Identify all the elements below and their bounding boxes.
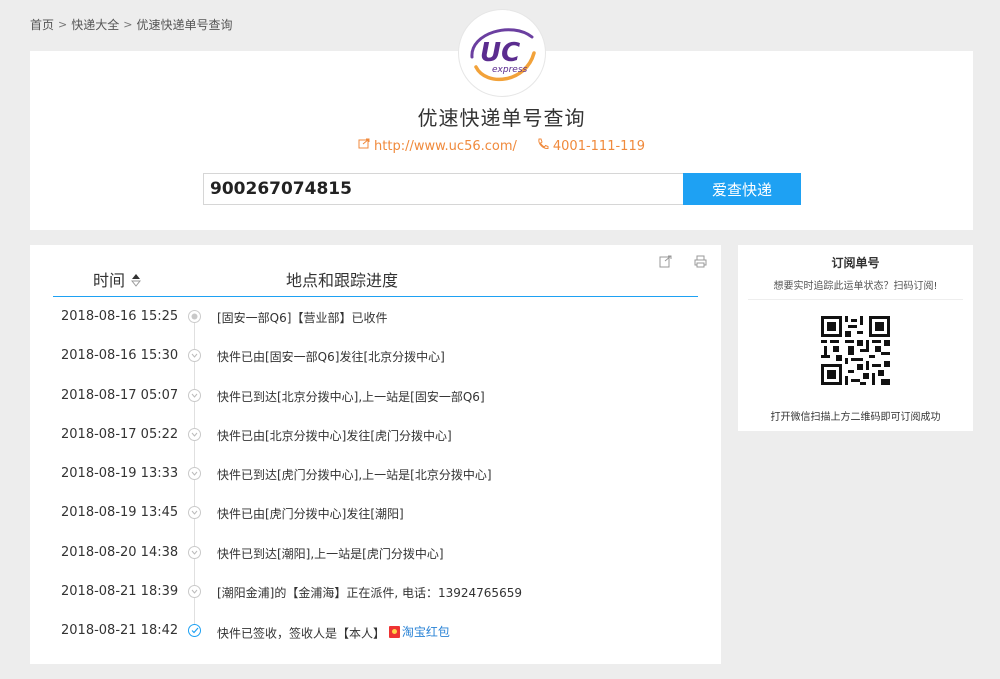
tracking-row: 2018-08-21 18:42 快件已签收，签收人是【本人】 淘宝红包 (30, 611, 721, 650)
chevron-down-icon (188, 506, 201, 520)
uc-express-logo: UC express (459, 10, 545, 96)
time-column-header[interactable]: 时间 (93, 267, 142, 291)
tracking-time: 2018-08-21 18:39 (61, 584, 179, 600)
phone-number: 4001-111-119 (552, 138, 645, 154)
tracking-result-card: 时间 地点和跟踪进度 2018-08-16 15:25 [固安一部Q6]【营业部… (30, 245, 721, 664)
chevron-down-icon (188, 585, 201, 599)
tracking-desc: [固安一部Q6]【营业部】已收件 (217, 311, 388, 325)
tracking-time: 2018-08-16 15:25 (61, 309, 179, 324)
tracking-row: 2018-08-20 14:38 快件已到达[潮阳],上一站是[虎门分拨中心] (30, 533, 721, 572)
tracking-time: 2018-08-17 05:07 (61, 387, 179, 403)
phone-icon (537, 138, 549, 154)
breadcrumb-express-all-link[interactable]: 快递大全 (71, 16, 119, 33)
breadcrumb-separator: > (123, 18, 133, 31)
qr-code-icon (821, 316, 890, 385)
chevron-down-icon (188, 349, 201, 363)
svg-text:UC: UC (480, 38, 520, 68)
tracking-desc: 快件已由[北京分拨中心]发往[虎门分拨中心] (217, 428, 452, 443)
subscribe-title: 订阅单号 (831, 256, 880, 270)
tracking-time: 2018-08-19 13:45 (61, 505, 179, 521)
tracking-time: 2018-08-16 15:30 (61, 348, 179, 364)
svg-text:express: express (492, 65, 528, 75)
search-button[interactable]: 爱查快递 (683, 173, 801, 205)
subscribe-footer: 打开微信扫描上方二维码即可订阅成功 (770, 412, 941, 423)
tracking-number-input[interactable] (203, 173, 683, 205)
tracking-row: 2018-08-17 05:22 快件已由[北京分拨中心]发往[虎门分拨中心] (30, 415, 721, 454)
result-header: 时间 地点和跟踪进度 (53, 267, 698, 297)
breadcrumb-current: 优速快递单号查询 (136, 18, 233, 32)
chevron-down-icon (188, 427, 201, 441)
breadcrumb: 首页 > 快递大全 > 优速快递单号查询 (30, 16, 232, 33)
chevron-down-icon (188, 545, 201, 559)
taobao-redpack-link[interactable]: 淘宝红包 (388, 623, 450, 640)
tracking-row: 2018-08-17 05:07 快件已到达[北京分拨中心],上一站是[固安一部… (30, 376, 721, 415)
tracking-list: 2018-08-16 15:25 [固安一部Q6]【营业部】已收件 2018-0… (30, 297, 721, 651)
time-column-label: 时间 (93, 271, 126, 290)
contact-info: http://www.uc56.com/ 4001-111-119 (30, 138, 973, 154)
red-envelope-icon (388, 625, 400, 638)
taobao-redpack-label: 淘宝红包 (401, 625, 450, 640)
tracking-desc: 快件已到达[虎门分拨中心],上一站是[北京分拨中心] (217, 468, 492, 483)
page-title: 优速快递单号查询 (417, 106, 586, 130)
tracking-desc: 快件已到达[北京分拨中心],上一站是[固安一部Q6] (217, 389, 485, 404)
check-circle-icon (188, 624, 201, 638)
tracking-desc: 快件已由[固安一部Q6]发往[北京分拨中心] (217, 350, 445, 365)
subscribe-desc: 想要实时追踪此运单状态？扫码订阅! (773, 281, 938, 292)
subscribe-card: 订阅单号 想要实时追踪此运单状态？扫码订阅! 打开微信扫描上方二维码即可订阅成功 (738, 245, 973, 431)
website-link[interactable]: http://www.uc56.com/ (374, 139, 517, 154)
tracking-desc: 快件已到达[潮阳],上一站是[虎门分拨中心] (217, 546, 444, 561)
tracking-row: 2018-08-16 15:30 快件已由[固安一部Q6]发往[北京分拨中心] (30, 336, 721, 375)
timeline-dot-icon (188, 310, 201, 323)
tracking-desc: 快件已签收，签收人是【本人】 (217, 626, 386, 641)
breadcrumb-separator: > (58, 18, 68, 31)
divider (748, 299, 963, 300)
tracking-row: 2018-08-19 13:33 快件已到达[虎门分拨中心],上一站是[北京分拨… (30, 454, 721, 493)
place-column-header: 地点和跟踪进度 (286, 271, 399, 290)
tracking-desc: [潮阳金浦]的【金浦海】正在派件, 电话：13924765659 (217, 586, 522, 601)
tracking-time: 2018-08-17 05:22 (61, 426, 179, 442)
tracking-desc-signed: 快件已签收，签收人是【本人】 淘宝红包 (217, 623, 450, 642)
link-icon (358, 138, 370, 154)
tracking-desc: 快件已由[虎门分拨中心]发往[潮阳] (217, 507, 404, 522)
tracking-time: 2018-08-19 13:33 (61, 466, 179, 482)
tracking-row: 2018-08-21 18:39 [潮阳金浦]的【金浦海】正在派件, 电话：13… (30, 572, 721, 611)
breadcrumb-home-link[interactable]: 首页 (30, 16, 54, 33)
tracking-time: 2018-08-20 14:38 (61, 544, 179, 560)
tracking-row: 2018-08-16 15:25 [固安一部Q6]【营业部】已收件 (30, 297, 721, 336)
chevron-down-icon (188, 388, 201, 402)
search-bar: 爱查快递 (203, 173, 801, 205)
tracking-row: 2018-08-19 13:45 快件已由[虎门分拨中心]发往[潮阳] (30, 493, 721, 532)
tracking-time: 2018-08-21 18:42 (61, 623, 179, 639)
chevron-down-icon (188, 467, 201, 481)
sort-icon (130, 272, 142, 287)
